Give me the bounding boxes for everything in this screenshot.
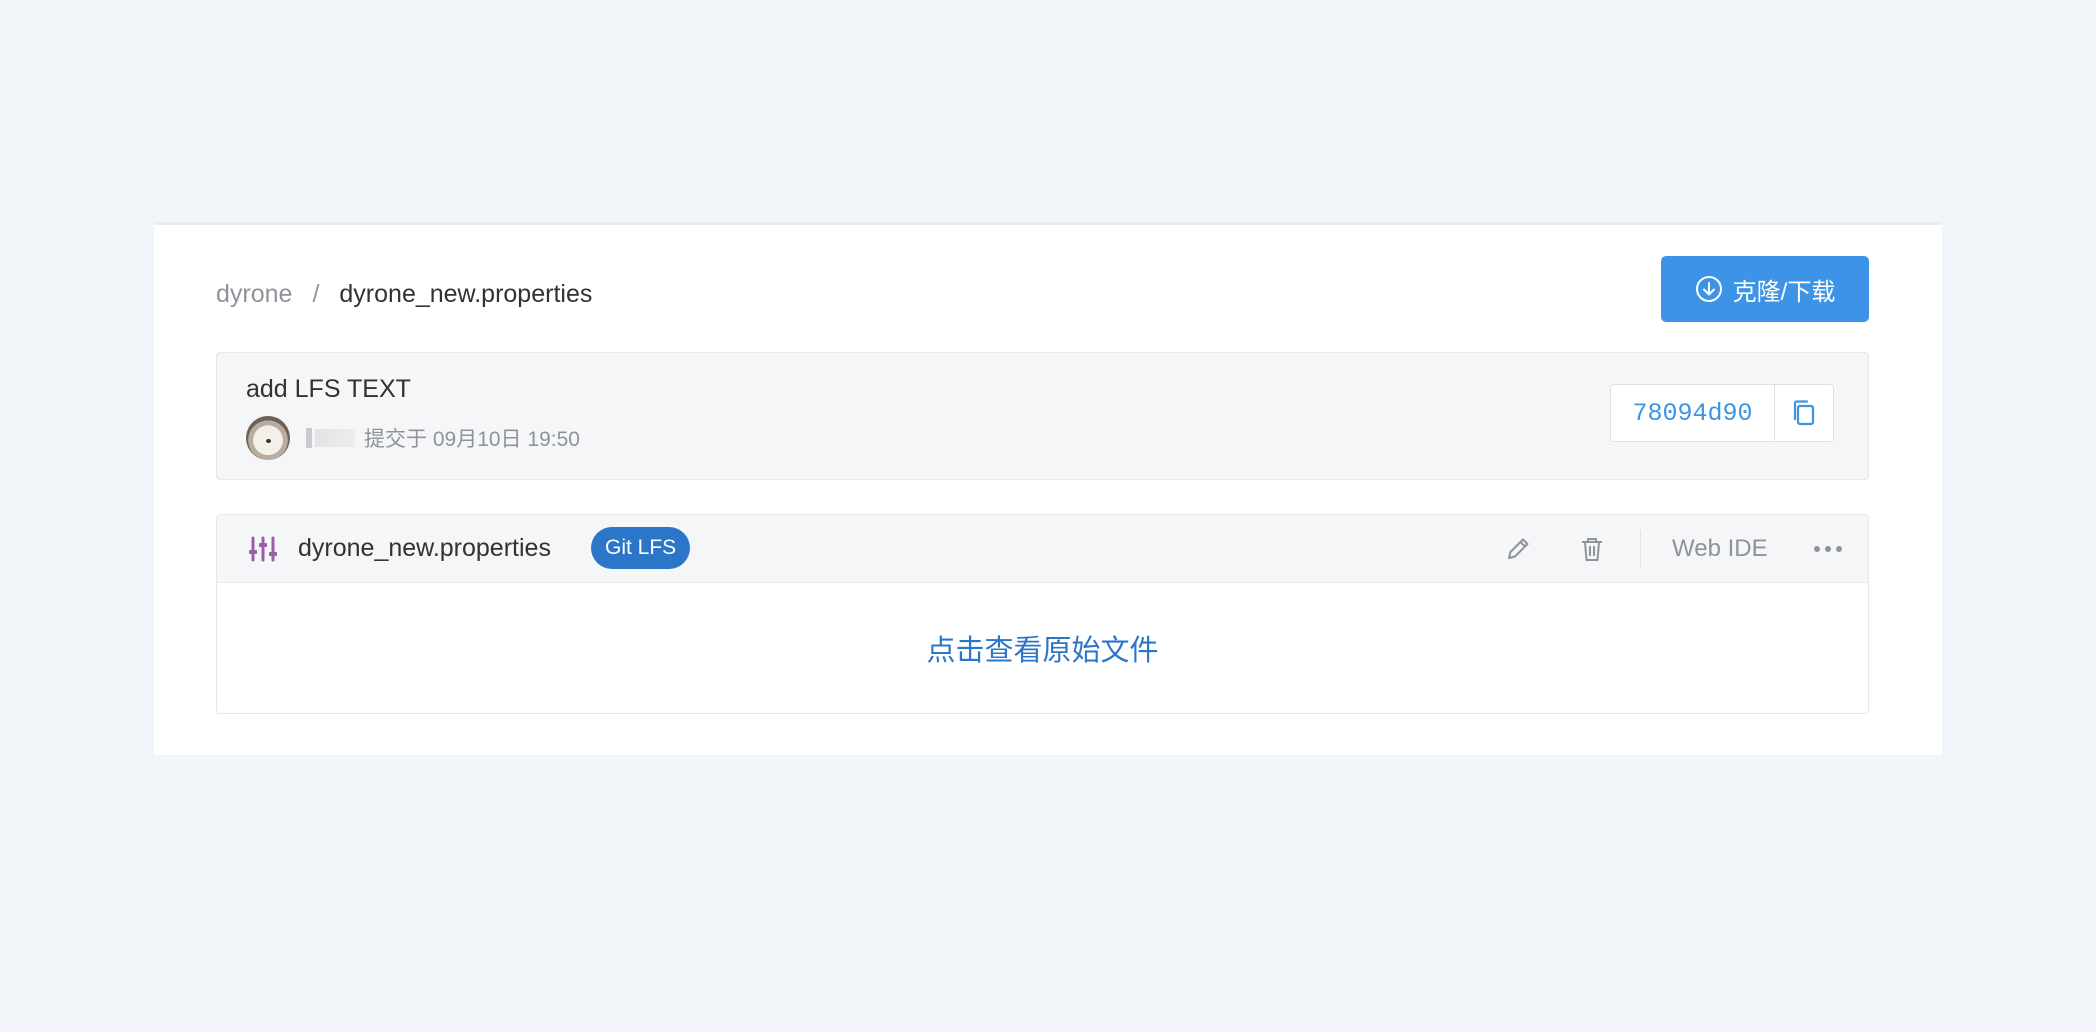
- file-viewer: dyrone_new.properties Git LFS Web IDE 点击…: [216, 514, 1869, 714]
- commit-meta: 提交于 09月10日 19:50: [246, 415, 580, 461]
- avatar[interactable]: [246, 416, 290, 460]
- author-name-blurred: [306, 428, 358, 448]
- breadcrumb-current-file: dyrone_new.properties: [339, 279, 593, 308]
- commit-hash-link[interactable]: 78094d90: [1611, 385, 1775, 441]
- trash-icon: [1582, 538, 1602, 561]
- file-name: dyrone_new.properties: [298, 534, 551, 562]
- latest-commit-box: add LFS TEXT 提交于 09月10日 19:50 78094d90: [216, 352, 1869, 480]
- web-ide-button[interactable]: Web IDE: [1672, 535, 1768, 563]
- breadcrumb-root-link[interactable]: dyrone: [216, 280, 292, 309]
- commit-hash-group: 78094d90: [1610, 384, 1834, 442]
- commit-message[interactable]: add LFS TEXT: [246, 375, 411, 404]
- git-lfs-badge: Git LFS: [591, 527, 691, 569]
- file-header: dyrone_new.properties Git LFS Web IDE: [217, 515, 1868, 583]
- file-body: 点击查看原始文件: [217, 583, 1868, 713]
- more-actions-button[interactable]: [1808, 529, 1848, 569]
- breadcrumb: dyrone / dyrone_new.properties: [216, 274, 592, 314]
- edit-file-button[interactable]: [1498, 529, 1538, 569]
- more-icon: [1814, 546, 1842, 552]
- download-circle-icon: [1695, 276, 1722, 302]
- pencil-icon: [1508, 538, 1529, 559]
- copy-icon: [1793, 400, 1815, 426]
- view-raw-file-link[interactable]: 点击查看原始文件: [926, 627, 1158, 669]
- breadcrumb-separator: /: [312, 279, 320, 308]
- clone-download-button[interactable]: 克隆/下载: [1661, 256, 1869, 322]
- file-panel: dyrone / dyrone_new.properties 克隆/下载 add…: [154, 222, 1942, 755]
- copy-hash-button[interactable]: [1775, 385, 1833, 441]
- properties-file-icon: [249, 536, 277, 562]
- clone-download-label: 克隆/下载: [1732, 278, 1836, 306]
- toolbar-divider: [1640, 530, 1641, 568]
- delete-file-button[interactable]: [1572, 529, 1612, 569]
- commit-time-text: 提交于 09月10日 19:50: [364, 428, 580, 451]
